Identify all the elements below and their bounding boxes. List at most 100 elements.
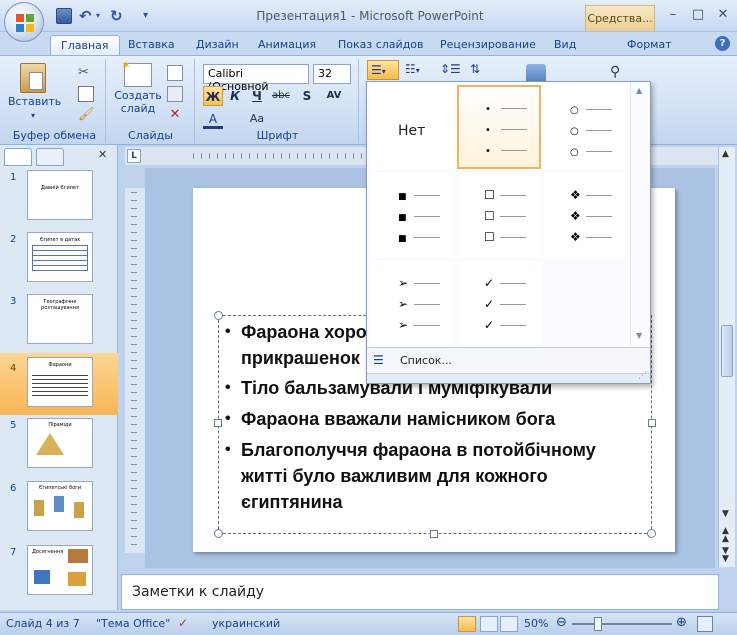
- sorter-view-button[interactable]: [480, 616, 498, 632]
- bullet-style-none[interactable]: Нет: [371, 85, 455, 169]
- tab-outline-view[interactable]: [36, 148, 64, 166]
- tab-design[interactable]: Дизайн: [186, 35, 249, 56]
- paste-button[interactable]: Вставить ▾: [8, 61, 61, 122]
- cut-icon[interactable]: ✂: [78, 65, 94, 81]
- zoom-out-icon[interactable]: ⊖: [556, 615, 567, 630]
- change-case-icon[interactable]: Aa: [247, 109, 267, 129]
- bullets-and-numbering-link[interactable]: Список...: [400, 354, 452, 367]
- strikethrough-button[interactable]: abc: [269, 86, 293, 106]
- minimize-button[interactable]: –: [660, 5, 686, 25]
- tab-slideshow[interactable]: Показ слайдов: [328, 35, 434, 56]
- bullet-style-arrow[interactable]: ➢ ➢ ➢: [371, 261, 455, 345]
- bold-button[interactable]: Ж: [203, 86, 223, 106]
- zoom-level[interactable]: 50%: [524, 617, 548, 630]
- tab-animation[interactable]: Анимация: [248, 35, 326, 56]
- slide-thumbnail: Єгипет в датах: [27, 232, 93, 282]
- slide-thumb-1[interactable]: 1 Давній Єгипет: [0, 170, 118, 232]
- tab-slides-view[interactable]: [4, 148, 32, 166]
- tab-stop-selector[interactable]: L: [127, 149, 141, 163]
- gallery-scroll-up-icon[interactable]: ▲: [636, 86, 642, 95]
- tab-format[interactable]: Формат: [617, 35, 682, 56]
- format-painter-icon[interactable]: 🖌: [78, 107, 95, 123]
- bullet-style-checkmark[interactable]: ✓ ✓ ✓: [457, 261, 541, 345]
- close-button[interactable]: ✕: [710, 5, 736, 25]
- new-slide-button[interactable]: ✶ Создать слайд: [113, 59, 163, 115]
- resize-handle-right[interactable]: [648, 419, 656, 427]
- font-size-select[interactable]: 32: [313, 64, 351, 84]
- bullet-icon: •: [225, 379, 231, 396]
- zoom-in-icon[interactable]: ⊕: [676, 615, 687, 630]
- resize-handle-br[interactable]: [647, 529, 656, 538]
- slide-thumb-4[interactable]: 4 Фараони: [0, 353, 118, 415]
- font-color-icon[interactable]: A: [203, 109, 223, 129]
- next-slide-icon[interactable]: ▼ ▼: [722, 547, 729, 564]
- slide-thumb-title: Фараони: [48, 362, 72, 368]
- context-tab-tools[interactable]: Средства...: [585, 5, 655, 31]
- redo-icon[interactable]: ↻: [110, 8, 126, 24]
- customize-qat-icon[interactable]: ▾: [143, 8, 159, 24]
- copy-icon[interactable]: [78, 86, 94, 102]
- zoom-slider-thumb[interactable]: [594, 617, 602, 631]
- bullet-icon: •: [225, 323, 231, 340]
- tab-insert[interactable]: Вставка: [118, 35, 185, 56]
- char-spacing-button[interactable]: AV: [319, 86, 349, 106]
- slide-thumb-3[interactable]: 3 Географічне розташування: [0, 294, 118, 356]
- resize-handle-bottom[interactable]: [430, 530, 438, 538]
- tab-review[interactable]: Рецензирование: [430, 35, 546, 56]
- numbering-button[interactable]: ☷▾: [402, 60, 432, 80]
- tab-home[interactable]: Главная: [50, 35, 120, 56]
- normal-view-button[interactable]: [458, 616, 476, 632]
- undo-icon[interactable]: ↶: [79, 8, 95, 24]
- bullet-style-square[interactable]: ■ ■ ■: [371, 173, 455, 257]
- scroll-thumb[interactable]: [721, 325, 733, 377]
- slide-thumb-6[interactable]: 6 Єгипетські боги: [0, 481, 118, 543]
- layout-icon[interactable]: [167, 65, 183, 81]
- delete-slide-icon[interactable]: ✕: [167, 107, 183, 123]
- scroll-down-icon[interactable]: ▼: [722, 509, 729, 519]
- window-title: Презентация1 - Microsoft PowerPoint: [256, 9, 484, 23]
- resize-handle-bl[interactable]: [214, 529, 223, 538]
- bullet-icon: •: [225, 441, 231, 458]
- fit-to-window-icon[interactable]: [697, 616, 713, 632]
- resize-handle-tl[interactable]: [214, 311, 223, 320]
- pane-close-icon[interactable]: ✕: [98, 148, 107, 161]
- tab-view[interactable]: Вид: [544, 35, 586, 56]
- prev-slide-icon[interactable]: ▲ ▲: [722, 527, 729, 544]
- resize-handle-left[interactable]: [214, 419, 222, 427]
- font-name-select[interactable]: Calibri (Основной: [203, 64, 309, 93]
- slide-thumb-2[interactable]: 2 Єгипет в датах: [0, 232, 118, 294]
- bullets-button[interactable]: ☰▾: [367, 60, 399, 80]
- title-bar: ↶ ▾ ↻ ▾ Презентация1 - Microsoft PowerPo…: [0, 0, 737, 32]
- zoom-slider[interactable]: [572, 617, 672, 631]
- slide-thumb-7[interactable]: 7 Досягнення: [0, 545, 118, 607]
- vertical-scrollbar[interactable]: ▲ ▼ ▲ ▲ ▼ ▼: [718, 147, 735, 567]
- italic-button[interactable]: К: [225, 86, 245, 106]
- underline-button[interactable]: Ч: [247, 86, 267, 106]
- office-button[interactable]: [4, 2, 44, 42]
- spell-check-icon[interactable]: ✓: [178, 616, 188, 630]
- gallery-scrollbar[interactable]: ▲ ▼: [630, 83, 648, 345]
- text-direction-button[interactable]: ⇅: [470, 60, 496, 80]
- language-label[interactable]: украинский: [212, 617, 280, 630]
- save-icon[interactable]: [56, 8, 72, 24]
- scroll-up-icon[interactable]: ▲: [722, 149, 729, 159]
- paste-icon: [20, 63, 46, 93]
- help-icon[interactable]: ?: [715, 36, 730, 51]
- reset-icon[interactable]: [167, 86, 183, 102]
- notes-pane[interactable]: Заметки к слайду: [121, 574, 719, 610]
- slide-thumbnail: Географічне розташування: [27, 294, 93, 344]
- line-spacing-button[interactable]: ⇕☰: [440, 60, 466, 80]
- bullet-style-hollow-circle[interactable]: ○ ○ ○: [543, 85, 627, 169]
- bullet-style-diamond[interactable]: ❖ ❖ ❖: [543, 173, 627, 257]
- hollow-square-bullet-icon: ☐: [484, 209, 495, 223]
- gallery-resize-grip[interactable]: ⋰: [367, 371, 650, 383]
- slide-thumb-title: Географічне розташування: [41, 299, 79, 311]
- arrow-bullet-icon: ➢: [398, 318, 409, 332]
- shadow-button[interactable]: S: [297, 86, 317, 106]
- gallery-scroll-down-icon[interactable]: ▼: [636, 331, 642, 340]
- bullet-style-hollow-square[interactable]: ☐ ☐ ☐: [457, 173, 541, 257]
- slide-thumb-5[interactable]: 5 Піраміди: [0, 418, 118, 480]
- slideshow-view-button[interactable]: [500, 616, 518, 632]
- bullet-style-dot[interactable]: • • •: [457, 85, 541, 169]
- maximize-button[interactable]: □: [685, 5, 711, 25]
